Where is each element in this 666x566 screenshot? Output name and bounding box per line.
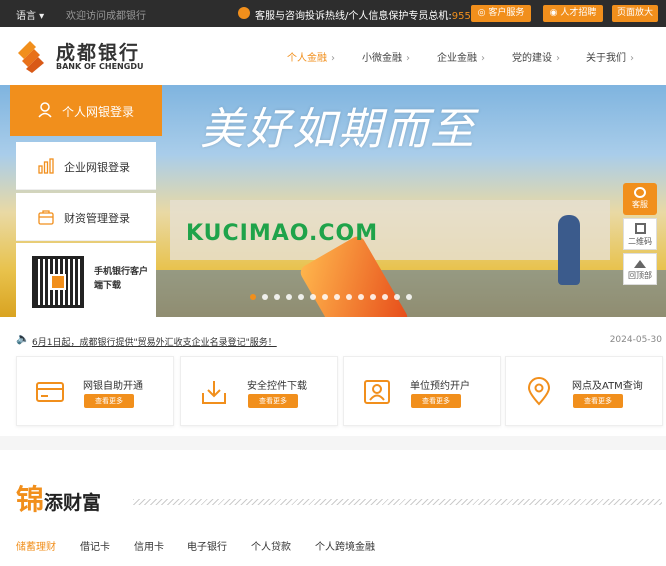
section-divider bbox=[0, 436, 666, 450]
tab-savings-wealth[interactable]: 储蓄理财 bbox=[16, 538, 56, 553]
float-back-to-top-label: 回顶部 bbox=[628, 271, 652, 280]
view-more-button[interactable]: 查看更多 bbox=[573, 394, 623, 408]
banner-pager-dot[interactable] bbox=[298, 294, 304, 300]
mobile-app-download[interactable]: 手机银行客户端下载 bbox=[16, 243, 156, 317]
service-name: 网银自助开通 bbox=[83, 381, 143, 392]
arrow-up-icon bbox=[634, 260, 646, 268]
float-service-button[interactable]: 客服 bbox=[623, 183, 657, 215]
treasury-login-label: 财资管理登录 bbox=[64, 212, 130, 225]
decorative-hatched-line bbox=[133, 499, 662, 505]
banner-pager-dot[interactable] bbox=[346, 294, 352, 300]
mobile-app-download-label: 手机银行客户端下载 bbox=[94, 267, 149, 291]
personal-ebank-login-button[interactable]: 个人网银登录 bbox=[10, 85, 162, 136]
banner-pager-dot[interactable] bbox=[406, 294, 412, 300]
nav-about-us[interactable]: 关于我们 › bbox=[586, 49, 634, 64]
float-service-label: 客服 bbox=[632, 200, 648, 209]
banner-pager-dot[interactable] bbox=[358, 294, 364, 300]
briefcase-icon bbox=[38, 210, 54, 225]
view-more-button[interactable]: 查看更多 bbox=[84, 394, 134, 408]
qr-logo-icon bbox=[50, 274, 66, 290]
notice-link[interactable]: 6月1日起，成都银行提供"贸易外汇收支企业名录登记"服务！ bbox=[32, 335, 277, 348]
tab-debit-card[interactable]: 借记卡 bbox=[80, 538, 110, 553]
wealth-title-big-char: 锦 bbox=[16, 483, 45, 516]
view-more-button[interactable]: 查看更多 bbox=[411, 394, 461, 408]
welcome-text: 欢迎访问成都银行 bbox=[66, 11, 146, 22]
header: 成都银行 BANK OF CHENGDU 个人金融 › 小微金融 › 企业金融 › 党… bbox=[0, 27, 666, 85]
wealth-title-rest: 添财富 bbox=[44, 492, 102, 514]
download-icon bbox=[202, 381, 226, 404]
banner-pager-dot[interactable] bbox=[262, 294, 268, 300]
banner-person-figure bbox=[558, 215, 580, 285]
notice-bar: 🔈 6月1日起，成都银行提供"贸易外汇收支企业名录登记"服务！ 2024-05-… bbox=[16, 331, 662, 349]
zoom-page-button[interactable]: 页面放大 bbox=[612, 5, 658, 22]
service-card-security-download[interactable]: 安全控件下载 查看更多 bbox=[180, 356, 338, 426]
treasury-login-button[interactable]: 财资管理登录 bbox=[16, 193, 156, 241]
service-name: 安全控件下载 bbox=[247, 381, 307, 392]
user-icon bbox=[38, 102, 52, 118]
enterprise-ebank-login-button[interactable]: 企业网银登录 bbox=[16, 142, 156, 190]
tab-cross-border-finance[interactable]: 个人跨境金融 bbox=[315, 538, 375, 553]
enterprise-ebank-login-label: 企业网银登录 bbox=[64, 161, 130, 174]
headset-icon bbox=[634, 187, 646, 198]
customer-service-button[interactable]: ◎ 客户服务 bbox=[471, 5, 531, 22]
service-card-ebank-self-activation[interactable]: 网银自助开通 查看更多 bbox=[16, 356, 174, 426]
id-card-icon bbox=[364, 380, 390, 404]
recruitment-button[interactable]: ◉ 人才招聘 bbox=[543, 5, 603, 22]
top-bar: 语言 ▾ 欢迎访问成都银行 客服与咨询投诉热线/个人信息保护专员总机:95507… bbox=[0, 0, 666, 27]
service-name: 单位预约开户 bbox=[410, 381, 470, 392]
notice-date: 2024-05-30 bbox=[609, 335, 662, 345]
service-name: 网点及ATM查询 bbox=[572, 381, 643, 392]
phone-icon bbox=[238, 7, 250, 19]
nav-corporate-finance[interactable]: 企业金融 › bbox=[437, 49, 485, 64]
banner-pager-dot[interactable] bbox=[322, 294, 328, 300]
speaker-icon: 🔈 bbox=[16, 332, 30, 345]
banner-pager-dot[interactable] bbox=[286, 294, 292, 300]
location-pin-icon bbox=[527, 377, 551, 406]
banner-pager-dot[interactable] bbox=[274, 294, 280, 300]
logo-chinese-name: 成都银行 bbox=[56, 42, 141, 64]
float-back-to-top-button[interactable]: 回顶部 bbox=[623, 253, 657, 285]
service-card-account-appointment[interactable]: 单位预约开户 查看更多 bbox=[343, 356, 501, 426]
hotline-text: 客服与咨询投诉热线/个人信息保护专员总机:95507 bbox=[255, 11, 484, 22]
watermark-text: KUCIMAO.COM bbox=[186, 221, 379, 246]
banner-pager-dot[interactable] bbox=[382, 294, 388, 300]
personal-ebank-login-label: 个人网银登录 bbox=[62, 105, 135, 119]
service-card-branch-atm-query[interactable]: 网点及ATM查询 查看更多 bbox=[505, 356, 663, 426]
banner-pager-dot[interactable] bbox=[250, 294, 256, 300]
language-selector[interactable]: 语言 ▾ bbox=[16, 7, 44, 22]
wealth-section-title: 锦添财富 bbox=[16, 478, 101, 518]
bank-logo-icon[interactable] bbox=[16, 39, 46, 73]
nav-personal-finance[interactable]: 个人金融 › bbox=[287, 49, 335, 64]
card-icon bbox=[36, 382, 64, 402]
qrcode-icon bbox=[634, 223, 646, 234]
float-qrcode-button[interactable]: 二维码 bbox=[623, 218, 657, 250]
tab-credit-card[interactable]: 信用卡 bbox=[134, 538, 164, 553]
banner-pager-dot[interactable] bbox=[370, 294, 376, 300]
login-panel: 个人网银登录 企业网银登录 财资管理登录 手机银行客户端下载 bbox=[10, 85, 162, 317]
banner-headline: 美好如期而至 bbox=[200, 104, 476, 155]
float-qrcode-label: 二维码 bbox=[628, 237, 652, 246]
banner-pager-dot[interactable] bbox=[334, 294, 340, 300]
tab-personal-loan[interactable]: 个人贷款 bbox=[251, 538, 291, 553]
bar-chart-icon bbox=[38, 158, 54, 174]
view-more-button[interactable]: 查看更多 bbox=[248, 394, 298, 408]
banner-pager-dot[interactable] bbox=[310, 294, 316, 300]
nav-party-building[interactable]: 党的建设 › bbox=[512, 49, 560, 64]
banner-pager-dot[interactable] bbox=[394, 294, 400, 300]
tab-e-banking[interactable]: 电子银行 bbox=[187, 538, 227, 553]
nav-small-business[interactable]: 小微金融 › bbox=[362, 49, 410, 64]
logo-english-name: BANK OF CHENGDU bbox=[56, 62, 144, 71]
